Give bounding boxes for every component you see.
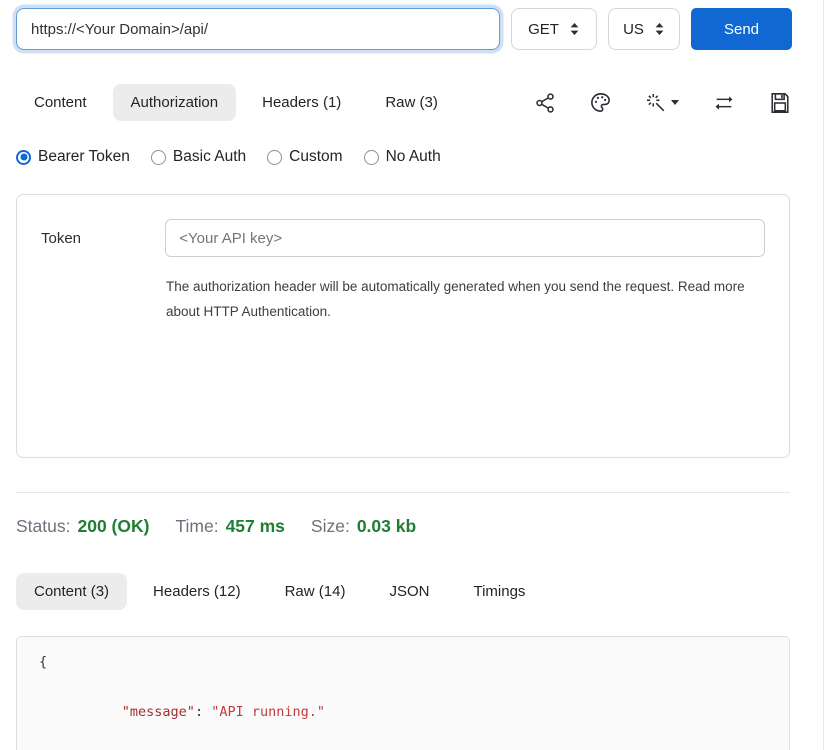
- region-select[interactable]: US: [608, 8, 680, 50]
- request-tabs: Content Authorization Headers (1) Raw (3…: [16, 84, 837, 121]
- palette-icon[interactable]: [589, 91, 612, 114]
- json-message-line: "message": "API running.": [39, 675, 789, 750]
- resp-tab-content[interactable]: Content (3): [16, 573, 127, 610]
- tab-authorization[interactable]: Authorization: [113, 84, 237, 121]
- token-label: Token: [41, 230, 165, 247]
- radio-button-icon: [151, 150, 166, 165]
- region-select-value: US: [623, 21, 644, 38]
- request-toolbar: [534, 91, 791, 114]
- bearer-token-panel: Token The authorization header will be a…: [16, 194, 790, 458]
- size-group: Size: 0.03 kb: [311, 516, 416, 537]
- method-select-value: GET: [528, 21, 559, 38]
- send-button[interactable]: Send: [691, 8, 792, 50]
- tab-raw[interactable]: Raw (3): [367, 84, 456, 121]
- radio-custom[interactable]: Custom: [267, 148, 342, 166]
- radio-label: No Auth: [386, 148, 441, 166]
- resp-tab-timings[interactable]: Timings: [455, 573, 543, 610]
- status-value: 200 (OK): [77, 516, 149, 537]
- radio-label: Basic Auth: [173, 148, 246, 166]
- resp-tab-json[interactable]: JSON: [371, 573, 447, 610]
- json-open-brace: {: [39, 650, 789, 675]
- tab-headers[interactable]: Headers (1): [244, 84, 359, 121]
- updown-arrows-icon: [569, 22, 580, 36]
- size-value: 0.03 kb: [357, 516, 416, 537]
- time-value: 457 ms: [226, 516, 285, 537]
- radio-button-icon: [364, 150, 379, 165]
- save-icon[interactable]: [769, 92, 791, 114]
- response-tabs: Content (3) Headers (12) Raw (14) JSON T…: [16, 573, 837, 610]
- resp-tab-headers[interactable]: Headers (12): [135, 573, 259, 610]
- radio-label: Bearer Token: [38, 148, 130, 166]
- radio-no-auth[interactable]: No Auth: [364, 148, 441, 166]
- token-help-text: The authorization header will be automat…: [166, 274, 754, 324]
- magic-wand-icon[interactable]: [645, 92, 679, 114]
- response-status-row: Status: 200 (OK) Time: 457 ms Size: 0.03…: [16, 516, 837, 537]
- radio-bearer-token[interactable]: Bearer Token: [16, 148, 130, 166]
- response-body[interactable]: { "message": "API running." }: [16, 636, 790, 750]
- swap-arrows-icon[interactable]: [712, 92, 736, 114]
- token-input[interactable]: [165, 219, 765, 257]
- resp-tab-raw[interactable]: Raw (14): [267, 573, 364, 610]
- json-value: "API running.": [211, 704, 325, 720]
- section-divider: [16, 492, 790, 493]
- radio-button-icon: [16, 150, 31, 165]
- status-label: Status:: [16, 516, 70, 537]
- chevron-down-icon: [671, 100, 679, 105]
- json-key: "message": [122, 704, 195, 720]
- auth-type-options: Bearer Token Basic Auth Custom No Auth: [16, 148, 837, 166]
- token-field-row: Token: [41, 219, 765, 257]
- tab-content[interactable]: Content: [16, 84, 105, 121]
- page-right-border: [823, 0, 824, 750]
- updown-arrows-icon: [654, 22, 665, 36]
- radio-basic-auth[interactable]: Basic Auth: [151, 148, 246, 166]
- radio-label: Custom: [289, 148, 342, 166]
- method-select[interactable]: GET: [511, 8, 597, 50]
- time-label: Time:: [175, 516, 218, 537]
- size-label: Size:: [311, 516, 350, 537]
- api-tester-page: GET US Send Content Authorization Header…: [0, 0, 837, 750]
- url-input[interactable]: [16, 8, 500, 50]
- share-icon[interactable]: [534, 92, 556, 114]
- json-separator: :: [195, 704, 211, 720]
- status-group: Status: 200 (OK): [16, 516, 149, 537]
- request-url-row: GET US Send: [16, 0, 837, 50]
- radio-button-icon: [267, 150, 282, 165]
- time-group: Time: 457 ms: [175, 516, 284, 537]
